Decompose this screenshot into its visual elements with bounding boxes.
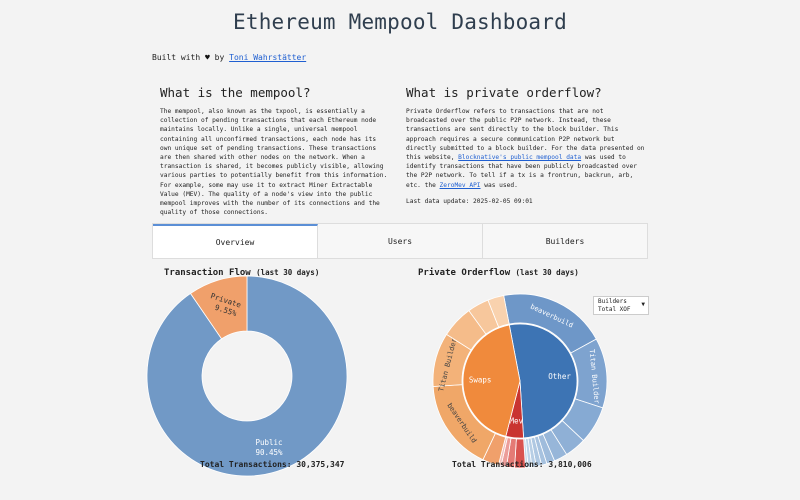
outer-slice [561,398,604,442]
public-slice [146,275,348,477]
private-percent-label: 9.55% [214,303,239,319]
outer-slice [503,293,597,354]
last-update: Last data update: 2025-02-05 09:01 [406,197,533,205]
tab-users[interactable]: Users [318,224,483,258]
outer-slice [432,333,472,387]
tab-bar: Overview Users Builders [152,223,648,259]
transaction-flow-title: Transaction Flow (last 30 days) [164,268,319,278]
built-with-by: by [214,53,225,62]
outer-slice [445,310,487,351]
outer-slice [432,384,496,461]
swaps-inner-label: Swaps [469,376,492,385]
private-orderflow-title-text: Private Orderflow [418,268,511,278]
private-orderflow-total: Total Transactions: 3,810,006 [452,460,592,469]
outer-label: beaverbuild [445,402,478,445]
other-inner-label: Other [548,372,571,381]
public-label: Public [255,438,282,447]
orderflow-heading: What is private orderflow? [406,85,602,100]
tab-builders[interactable]: Builders [483,224,647,258]
transaction-flow-total: Total Transactions: 30,375,347 [200,460,345,469]
private-slice [189,275,248,340]
outer-label: Titan Builder [437,337,458,392]
public-percent-label: 90.45% [255,448,283,457]
outer-label: Titan Builder [588,349,601,404]
mempool-section: What is the mempool? The mempool, also k… [160,85,390,217]
dropdown-line-1: Builders [598,298,627,305]
other-inner-slice [508,323,578,439]
outer-slice [542,429,568,462]
swaps-inner-slice [462,324,521,437]
dropdown-line-2: Total XOF [598,305,631,313]
outer-slice [487,295,510,328]
outer-slice [468,299,500,335]
builder-dropdown[interactable]: Builders Total XOF ▼ [593,296,649,315]
chevron-down-icon: ▼ [641,301,645,308]
outer-slice [570,338,608,409]
orderflow-text-3: was used. [484,181,518,189]
zeromev-link[interactable]: ZeroMev API [440,182,481,189]
tab-overview[interactable]: Overview [153,224,318,258]
page-title: Ethereum Mempool Dashboard [233,10,567,34]
private-label: Private [209,291,242,309]
mev-inner-slice [505,380,525,439]
mev-inner-label: Mev [509,417,523,426]
built-with-prefix: Built with [152,53,201,62]
transaction-flow-subtitle: (last 30 days) [256,268,320,277]
private-orderflow-subtitle: (last 30 days) [515,268,579,277]
built-with-line: Built with ♥ by Toni Wahrstätter [152,53,306,62]
private-orderflow-title: Private Orderflow (last 30 days) [418,268,579,278]
mempool-text: The mempool, also known as the txpool, i… [160,108,388,217]
author-link[interactable]: Toni Wahrstätter [229,53,306,62]
orderflow-section: What is private orderflow? Private Order… [406,85,646,206]
orderflow-text: Private Orderflow refers to transactions… [406,107,646,190]
heart-icon: ♥ [205,53,210,62]
outer-label: beaverbuild [529,303,574,330]
transaction-flow-title-text: Transaction Flow [164,268,251,278]
blocknative-link[interactable]: Blocknative's public mempool data [458,154,581,161]
outer-slice [550,420,584,456]
mempool-heading: What is the mempool? [160,85,311,100]
